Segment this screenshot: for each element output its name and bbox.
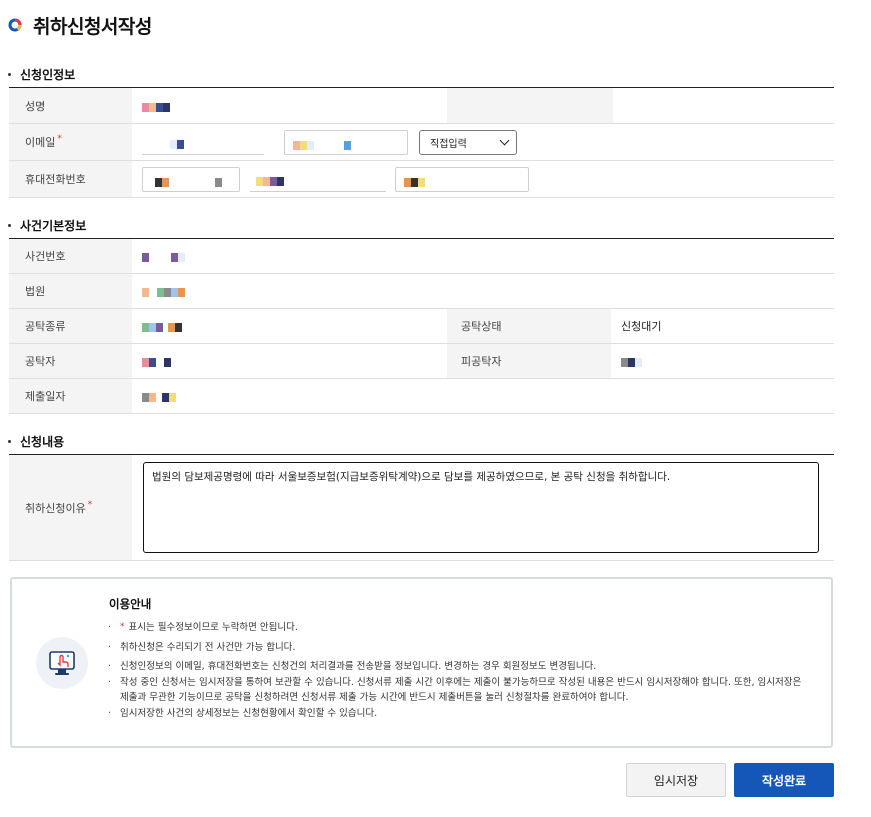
usage-guide-box: 이용안내 *표시는 필수정보이므로 누락하면 안됩니다. 취하신청은 수리되기 … (10, 577, 833, 748)
phone-value (132, 160, 834, 198)
row-court: 법원 (9, 273, 834, 309)
email-domain-select[interactable]: 직접입력 (419, 129, 517, 155)
section-applicant-heading: 신청인정보 (8, 66, 75, 83)
guide-item: 임시저장한 사건의 상세정보는 신청현황에서 확인할 수 있습니다. (108, 706, 808, 722)
email-label: 이메일 * (9, 123, 132, 161)
required-mark: * (57, 134, 62, 144)
guide-title: 이용안내 (109, 597, 152, 611)
guide-item: 작성 중인 신청서는 임시저장을 통하여 보관할 수 있습니다. 신청서류 제출… (108, 675, 808, 706)
row-deposit-type: 공탁종류 공탁상태 신청대기 (9, 308, 834, 344)
logo-ring-icon (8, 18, 22, 32)
depositee-value (611, 343, 834, 379)
reason-label: 취하신청이유 * (9, 454, 132, 561)
row-name: 성명 (9, 87, 834, 124)
email-value: 직접입력 (132, 123, 834, 161)
phone-part2-field[interactable] (249, 167, 386, 192)
chevron-down-icon (499, 135, 510, 145)
submit-date-value (132, 378, 834, 414)
email-domain-field[interactable] (283, 129, 408, 155)
submit-date-label: 제출일자 (9, 378, 132, 414)
case-number-value (132, 238, 834, 274)
guide-item: 취하신청은 수리되기 전 사건만 가능 합니다. (108, 640, 808, 656)
phone-part3-field[interactable] (395, 166, 529, 192)
guide-list: *표시는 필수정보이므로 누락하면 안됩니다. 취하신청은 수리되기 전 사건만… (108, 620, 808, 721)
depositee-label: 피공탁자 (447, 343, 611, 379)
deposit-type-value (132, 308, 447, 344)
masked-name (142, 102, 170, 112)
court-value (132, 273, 834, 309)
phone-part1-field[interactable] (142, 166, 240, 192)
page-title: 취하신청서작성 (8, 12, 152, 38)
guide-icon (36, 637, 88, 689)
touch-monitor-icon (49, 651, 75, 675)
name-value (132, 87, 447, 124)
row-depositor: 공탁자 피공탁자 (9, 343, 834, 379)
guide-item: *표시는 필수정보이므로 누락하면 안됩니다. (108, 620, 808, 636)
deposit-status-label: 공탁상태 (447, 308, 611, 344)
phone-label: 휴대전화번호 (9, 160, 132, 198)
email-id-field[interactable] (142, 130, 264, 155)
section-case-heading: 사건기본정보 (8, 217, 86, 234)
temp-save-button[interactable]: 임시저장 (626, 763, 726, 797)
complete-button[interactable]: 작성완료 (734, 763, 834, 797)
deposit-type-label: 공탁종류 (9, 308, 132, 344)
depositor-value (132, 343, 447, 379)
row-submit-date: 제출일자 (9, 378, 834, 414)
applicant-table: 성명 이메일 * 직접입력 휴대전화번호 (9, 87, 834, 198)
depositor-label: 공탁자 (9, 343, 132, 379)
row-phone: 휴대전화번호 (9, 160, 834, 198)
row-case-number: 사건번호 (9, 238, 834, 274)
page-title-text: 취하신청서작성 (33, 15, 152, 38)
required-mark: * (87, 499, 93, 510)
guide-item: 신청인정보의 이메일, 휴대전화번호는 신청건의 처리결과를 전송받을 정보입니… (108, 659, 808, 675)
empty-cell (613, 87, 834, 124)
required-mark: * (120, 622, 125, 632)
section-request-heading: 신청내용 (8, 433, 64, 450)
row-email: 이메일 * 직접입력 (9, 123, 834, 161)
case-table: 사건번호 법원 공탁종류 공탁상태 신청대기 공탁자 피공탁자 제출일자 (9, 238, 834, 414)
name-label: 성명 (9, 87, 132, 124)
reason-textarea[interactable]: 법원의 담보제공명령에 따라 서울보증보험(지급보증위탁계약)으로 담보를 제공… (143, 462, 819, 553)
empty-cell (447, 87, 613, 124)
deposit-status-value: 신청대기 (611, 308, 834, 344)
case-number-label: 사건번호 (9, 238, 132, 274)
court-label: 법원 (9, 273, 132, 309)
